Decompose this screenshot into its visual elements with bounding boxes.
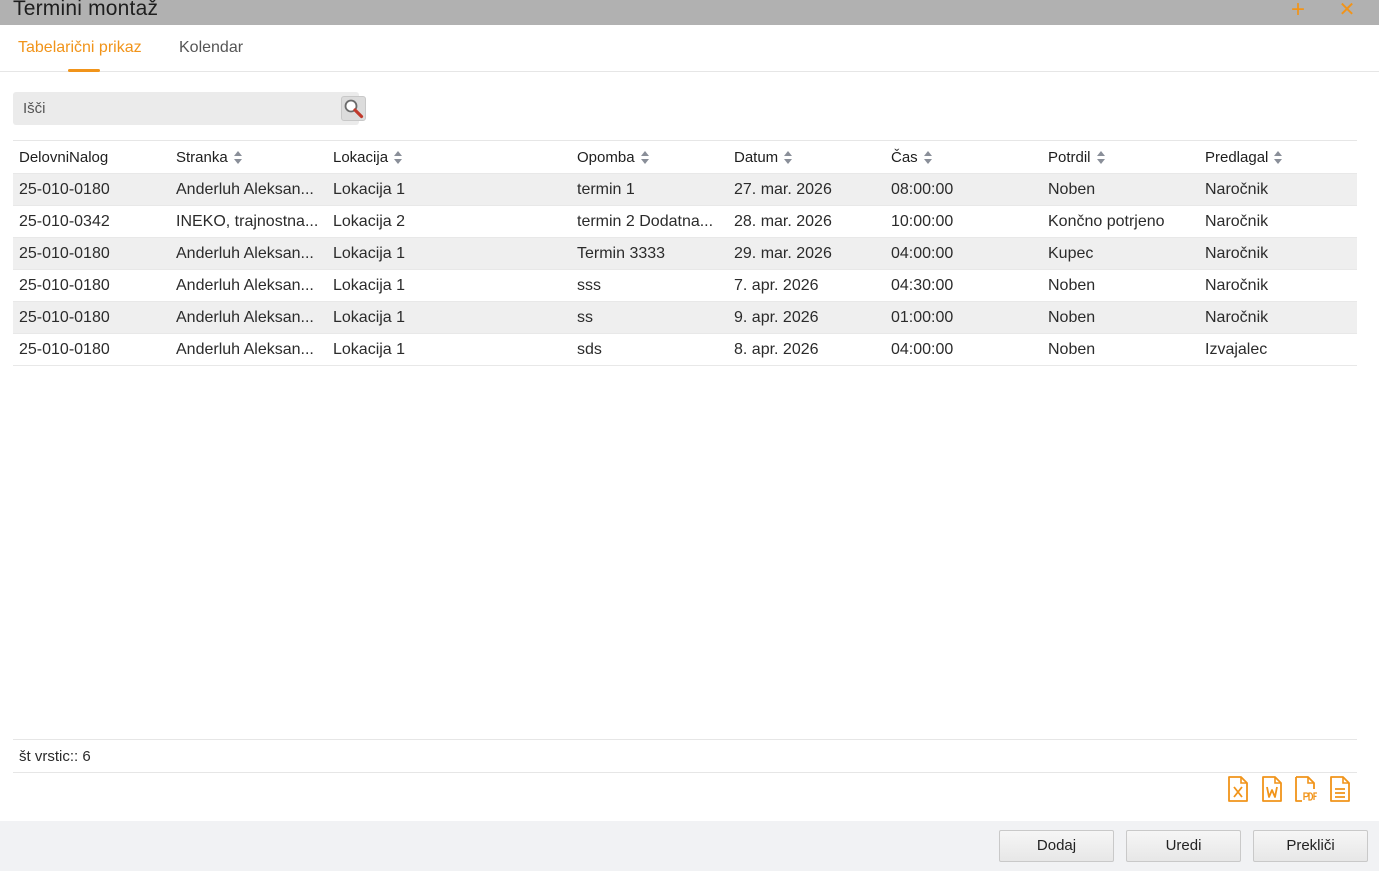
word-export-icon[interactable] <box>1261 776 1283 802</box>
cell-cas: 08:00:00 <box>891 181 954 198</box>
cell-lokacija: Lokacija 1 <box>333 245 406 262</box>
cell-stranka: Anderluh Aleksan... <box>176 341 314 358</box>
sort-icon <box>640 150 649 164</box>
cell-delovninalog: 25-010-0180 <box>19 181 110 198</box>
table-row[interactable]: 25-010-0180 Anderluh Aleksan... Lokacija… <box>13 270 1357 302</box>
cell-lokacija: Lokacija 1 <box>333 277 406 294</box>
column-header-potrdil[interactable]: Potrdil <box>1048 141 1198 174</box>
column-header-predlagal[interactable]: Predlagal <box>1205 141 1355 174</box>
cell-opomba: termin 2 Dodatna... <box>577 213 714 230</box>
cell-potrdil: Noben <box>1048 341 1096 358</box>
sort-icon <box>394 150 403 164</box>
table-row[interactable]: 25-010-0180 Anderluh Aleksan... Lokacija… <box>13 334 1357 366</box>
cell-cas: 04:00:00 <box>891 341 954 358</box>
cell-potrdil: Noben <box>1048 277 1096 294</box>
cell-stranka: Anderluh Aleksan... <box>176 277 314 294</box>
search-input[interactable] <box>13 92 323 125</box>
column-header-lokacija[interactable]: Lokacija <box>333 141 568 174</box>
cell-cas: 10:00:00 <box>891 213 954 230</box>
cell-cas: 04:00:00 <box>891 245 954 262</box>
column-header-opomba[interactable]: Opomba <box>577 141 727 174</box>
column-header-delovninalog[interactable]: DelovniNalog <box>19 141 169 174</box>
cell-opomba: Termin 3333 <box>577 245 666 262</box>
add-icon[interactable]: + <box>1287 0 1309 22</box>
cell-opomba: termin 1 <box>577 181 635 198</box>
add-button[interactable]: Dodaj <box>999 830 1114 862</box>
close-icon[interactable]: ✕ <box>1336 0 1358 22</box>
cell-stranka: Anderluh Aleksan... <box>176 181 314 198</box>
search-button[interactable] <box>341 96 366 121</box>
cell-predlagal: Izvajalec <box>1205 341 1268 358</box>
cell-cas: 01:00:00 <box>891 309 954 326</box>
cell-delovninalog: 25-010-0180 <box>19 309 110 326</box>
cell-cas: 04:30:00 <box>891 277 954 294</box>
row-count-bar: št vrstic:: 6 <box>13 739 1357 773</box>
dialog-button-bar: Dodaj Uredi Prekliči <box>0 821 1379 871</box>
sort-icon <box>1274 150 1283 164</box>
title-bar: Termini montaž + ✕ <box>0 0 1379 25</box>
appointments-table: DelovniNalog Stranka Lokacija Opomba Dat… <box>13 140 1357 366</box>
tab-kolendar[interactable]: Kolendar <box>179 39 243 57</box>
cell-datum: 8. apr. 2026 <box>734 341 819 358</box>
pdf-export-icon[interactable] <box>1294 776 1317 802</box>
table-row[interactable]: 25-010-0180 Anderluh Aleksan... Lokacija… <box>13 238 1357 270</box>
search-icon <box>344 99 364 119</box>
table-row[interactable]: 25-010-0180 Anderluh Aleksan... Lokacija… <box>13 174 1357 206</box>
cell-lokacija: Lokacija 1 <box>333 341 406 358</box>
cell-stranka: Anderluh Aleksan... <box>176 309 314 326</box>
cell-opomba: sss <box>577 277 601 294</box>
cell-potrdil: Noben <box>1048 309 1096 326</box>
cell-stranka: Anderluh Aleksan... <box>176 245 314 262</box>
cell-delovninalog: 25-010-0180 <box>19 245 110 262</box>
cell-lokacija: Lokacija 1 <box>333 309 406 326</box>
row-count-label: št vrstic:: 6 <box>19 748 91 765</box>
sort-icon <box>233 150 242 164</box>
cell-predlagal: Naročnik <box>1205 245 1269 262</box>
cell-stranka: INEKO, trajnostna... <box>176 213 319 230</box>
cell-predlagal: Naročnik <box>1205 213 1269 230</box>
search-box <box>13 92 366 125</box>
tab-bar: Tabelarični prikaz Kolendar <box>0 25 1379 72</box>
cell-opomba: ss <box>577 309 593 326</box>
cancel-button[interactable]: Prekliči <box>1253 830 1368 862</box>
sort-icon <box>923 150 932 164</box>
column-header-cas[interactable]: Čas <box>891 141 1041 174</box>
cell-opomba: sds <box>577 341 602 358</box>
table-header-row: DelovniNalog Stranka Lokacija Opomba Dat… <box>13 141 1357 174</box>
sort-icon <box>1096 150 1105 164</box>
cell-datum: 28. mar. 2026 <box>734 213 832 230</box>
cell-potrdil: Končno potrjeno <box>1048 213 1165 230</box>
cell-potrdil: Kupec <box>1048 245 1094 262</box>
excel-export-icon[interactable] <box>1227 776 1249 802</box>
cell-predlagal: Naročnik <box>1205 181 1269 198</box>
sort-icon <box>784 150 793 164</box>
cell-datum: 29. mar. 2026 <box>734 245 832 262</box>
tab-tabelaricni-prikaz[interactable]: Tabelarični prikaz <box>18 39 142 57</box>
cell-delovninalog: 25-010-0180 <box>19 341 110 358</box>
column-header-datum[interactable]: Datum <box>734 141 884 174</box>
cell-delovninalog: 25-010-0180 <box>19 277 110 294</box>
text-export-icon[interactable] <box>1329 776 1351 802</box>
cell-predlagal: Naročnik <box>1205 309 1269 326</box>
cell-delovninalog: 25-010-0342 <box>19 213 110 230</box>
edit-button[interactable]: Uredi <box>1126 830 1241 862</box>
termini-montaz-window: Termini montaž + ✕ Tabelarični prikaz Ko… <box>0 0 1379 871</box>
table-row[interactable]: 25-010-0180 Anderluh Aleksan... Lokacija… <box>13 302 1357 334</box>
window-title: Termini montaž <box>13 0 159 20</box>
cell-datum: 7. apr. 2026 <box>734 277 819 294</box>
cell-lokacija: Lokacija 1 <box>333 181 406 198</box>
cell-datum: 9. apr. 2026 <box>734 309 819 326</box>
cell-lokacija: Lokacija 2 <box>333 213 406 230</box>
column-header-stranka[interactable]: Stranka <box>176 141 326 174</box>
table-row[interactable]: 25-010-0342 INEKO, trajnostna... Lokacij… <box>13 206 1357 238</box>
active-tab-indicator <box>68 69 100 72</box>
cell-predlagal: Naročnik <box>1205 277 1269 294</box>
cell-datum: 27. mar. 2026 <box>734 181 832 198</box>
cell-potrdil: Noben <box>1048 181 1096 198</box>
